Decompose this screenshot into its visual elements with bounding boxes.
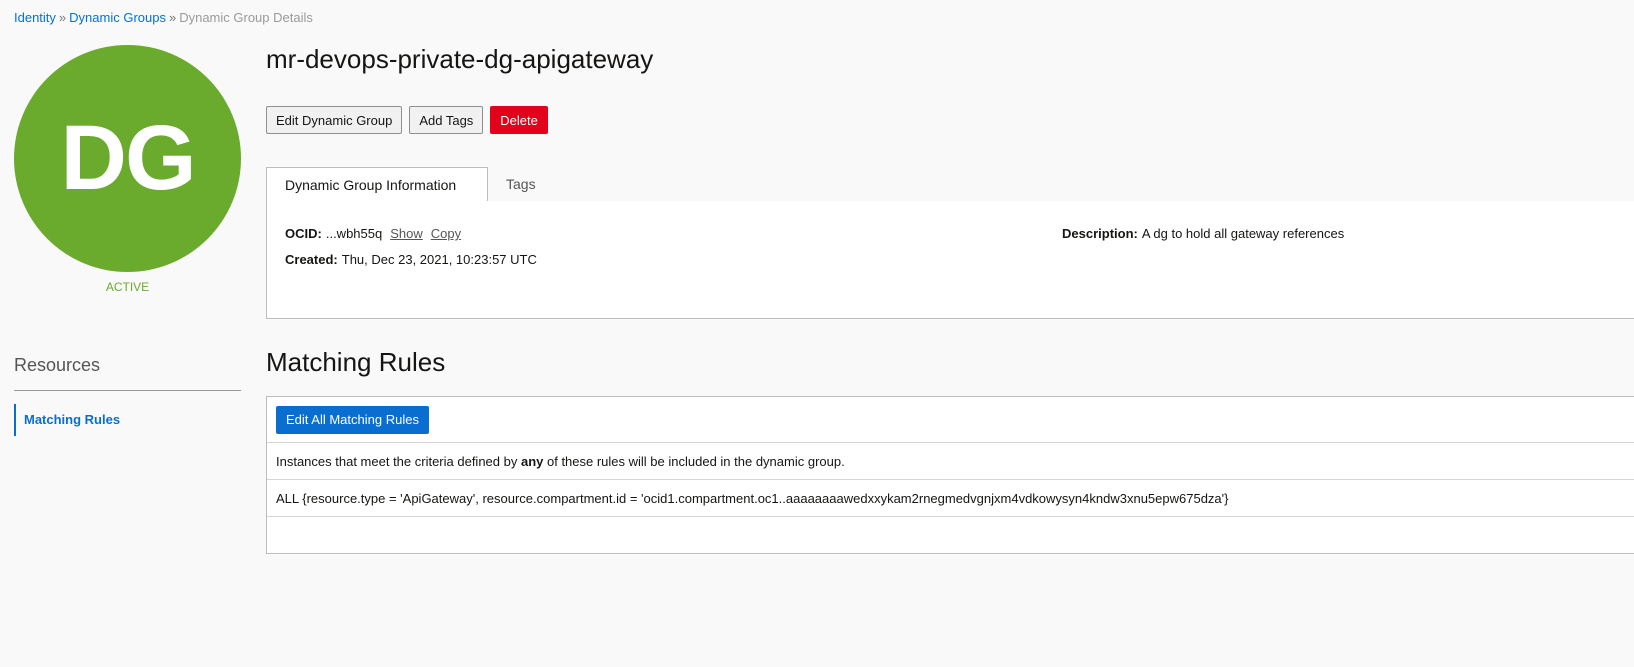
delete-button[interactable]: Delete: [490, 106, 548, 134]
status-badge: ACTIVE: [105, 280, 150, 294]
breadcrumb-identity[interactable]: Identity: [14, 10, 56, 25]
criteria-text-start: Instances that meet the criteria defined…: [276, 453, 521, 469]
table-row: ALL {resource.type = 'ApiGateway', resou…: [267, 480, 1634, 517]
description-value: A dg to hold all gateway references: [1141, 226, 1345, 241]
add-tags-button[interactable]: Add Tags: [409, 106, 484, 134]
breadcrumb-separator: »: [168, 10, 177, 25]
resources-divider: [14, 390, 241, 391]
matching-rule-text: ALL {resource.type = 'ApiGateway', resou…: [276, 490, 1229, 506]
ocid-label: OCID:: [285, 226, 322, 241]
empty-row: [267, 517, 1634, 553]
resources-item-matching-rules[interactable]: Matching Rules: [14, 404, 214, 436]
description-row: Description: A dg to hold all gateway ref…: [1062, 226, 1344, 241]
description-label: Description:: [1062, 226, 1138, 241]
edit-dynamic-group-button[interactable]: Edit Dynamic Group: [266, 106, 403, 134]
criteria-text: Instances that meet the criteria defined…: [276, 454, 845, 469]
ocid-copy-link[interactable]: Copy: [431, 226, 461, 241]
rules-criteria-row: Instances that meet the criteria defined…: [267, 443, 1634, 480]
created-row: Created: Thu, Dec 23, 2021, 10:23:57 UTC: [285, 252, 537, 267]
ocid-value: ...wbh55q: [325, 226, 383, 241]
matching-rules-table: Edit All Matching Rules Instances that m…: [266, 396, 1634, 554]
breadcrumb-dynamic-groups[interactable]: Dynamic Groups: [69, 10, 166, 25]
edit-all-matching-rules-button[interactable]: Edit All Matching Rules: [276, 405, 429, 434]
created-label: Created:: [285, 252, 338, 267]
page-title: mr-devops-private-dg-apigateway: [266, 44, 654, 74]
detail-tabs: Dynamic Group Information Tags: [266, 167, 1634, 202]
resource-avatar-block: DG ACTIVE: [14, 45, 241, 294]
ocid-show-link[interactable]: Show: [390, 226, 423, 241]
rules-toolbar: Edit All Matching Rules: [267, 397, 1634, 443]
tab-dynamic-group-information[interactable]: Dynamic Group Information: [266, 167, 488, 202]
criteria-text-end: of these rules will be included in the d…: [543, 453, 845, 469]
created-value: Thu, Dec 23, 2021, 10:23:57 UTC: [341, 252, 537, 267]
breadcrumb-separator: »: [58, 10, 67, 25]
breadcrumb-current: Dynamic Group Details: [179, 10, 313, 25]
avatar: DG: [14, 45, 241, 272]
action-toolbar: Edit Dynamic Group Add Tags Delete: [266, 106, 548, 134]
ocid-row: OCID: ...wbh55q Show Copy: [285, 226, 461, 241]
tab-tags[interactable]: Tags: [488, 167, 554, 201]
criteria-emphasis: any: [520, 453, 544, 469]
dynamic-group-info-panel: OCID: ...wbh55q Show Copy Created: Thu, Dec …: [266, 201, 1634, 319]
matching-rules-heading: Matching Rules: [266, 347, 446, 377]
resources-heading: Resources: [14, 355, 101, 375]
breadcrumb: Identity» Dynamic Groups» Dynamic Group De…: [14, 10, 313, 25]
